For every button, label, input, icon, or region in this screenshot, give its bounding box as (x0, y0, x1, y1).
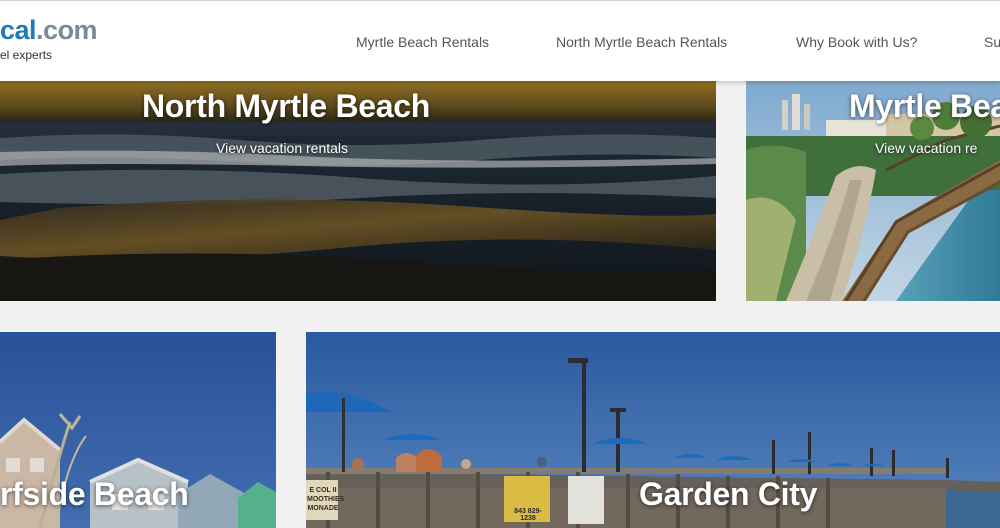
sign-phone-number: 843 829-1238 (514, 508, 542, 522)
nav-item-north-myrtle-beach-rentals[interactable]: North Myrtle Beach Rentals (556, 34, 727, 50)
tile-link-north-myrtle-beach[interactable]: View vacation rentals (216, 140, 348, 156)
destination-tile-surfside-beach[interactable]: rfside Beach (0, 332, 276, 528)
destination-tile-myrtle-beach[interactable]: Myrtle Bea View vacation re (746, 80, 1000, 301)
tile-link-myrtle-beach[interactable]: View vacation re (875, 140, 977, 156)
nav-item-myrtle-beach-rentals[interactable]: Myrtle Beach Rentals (356, 34, 489, 50)
site-header: cal.com el experts Myrtle Beach Rentals … (0, 0, 1000, 81)
tile-title-surfside-beach: rfside Beach (0, 476, 189, 512)
destination-tile-garden-city[interactable]: E COL II MOOTHIES MONADE 843 829-1238 Ga… (306, 332, 1000, 528)
nav-item-why-book-with-us[interactable]: Why Book with Us? (796, 34, 917, 50)
nav-item-support[interactable]: Su (984, 34, 1000, 50)
tile-title-north-myrtle-beach: North Myrtle Beach (142, 88, 430, 124)
destination-tile-north-myrtle-beach[interactable]: North Myrtle Beach View vacation rentals (0, 80, 716, 301)
tile-title-garden-city: Garden City (639, 476, 818, 512)
sign-smoothies: E COL II MOOTHIES MONADE (307, 487, 345, 512)
tile-title-myrtle-beach: Myrtle Bea (849, 88, 1000, 124)
main-nav: Myrtle Beach Rentals North Myrtle Beach … (0, 34, 1000, 54)
